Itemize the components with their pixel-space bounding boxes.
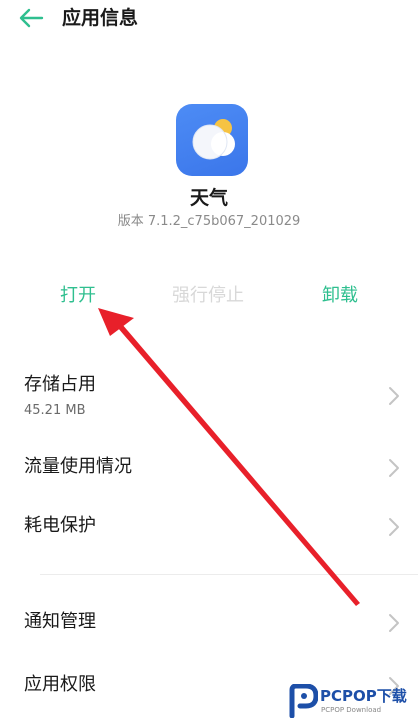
chevron-right-icon (389, 459, 399, 477)
battery-title: 耗电保护 (24, 515, 96, 536)
watermark: PCPOP下载 PCPOP Download (288, 682, 418, 720)
storage-title: 存储占用 (24, 374, 96, 395)
back-arrow-icon[interactable] (16, 6, 46, 30)
app-icon (176, 104, 248, 176)
list-item-notifications[interactable]: 通知管理 (0, 596, 418, 652)
force-stop-button[interactable]: 强行停止 (172, 283, 244, 309)
list-item-storage[interactable]: 存储占用 45.21 MB (0, 362, 418, 428)
page-title: 应用信息 (62, 7, 139, 29)
data-usage-title: 流量使用情况 (24, 456, 132, 477)
open-button[interactable]: 打开 (60, 283, 96, 309)
watermark-brand: PCPOP下载 (320, 687, 407, 705)
permissions-title: 应用权限 (24, 674, 96, 695)
list-item-data-usage[interactable]: 流量使用情况 (0, 440, 418, 496)
weather-cloud-sun-icon (192, 119, 235, 160)
uninstall-button[interactable]: 卸载 (322, 283, 358, 309)
storage-value: 45.21 MB (24, 403, 86, 418)
chevron-right-icon (389, 614, 399, 632)
app-version: 版本 7.1.2_c75b067_201029 (117, 214, 301, 229)
app-name: 天气 (189, 187, 228, 209)
watermark-tagline: PCPOP Download (321, 706, 382, 714)
header-bar: 应用信息 (0, 0, 418, 40)
chevron-right-icon (389, 518, 399, 536)
list-item-battery[interactable]: 耗电保护 (0, 500, 418, 556)
notifications-title: 通知管理 (24, 611, 96, 632)
chevron-right-icon (389, 387, 399, 405)
pcpop-logo-icon (289, 684, 318, 718)
section-divider (40, 574, 418, 575)
